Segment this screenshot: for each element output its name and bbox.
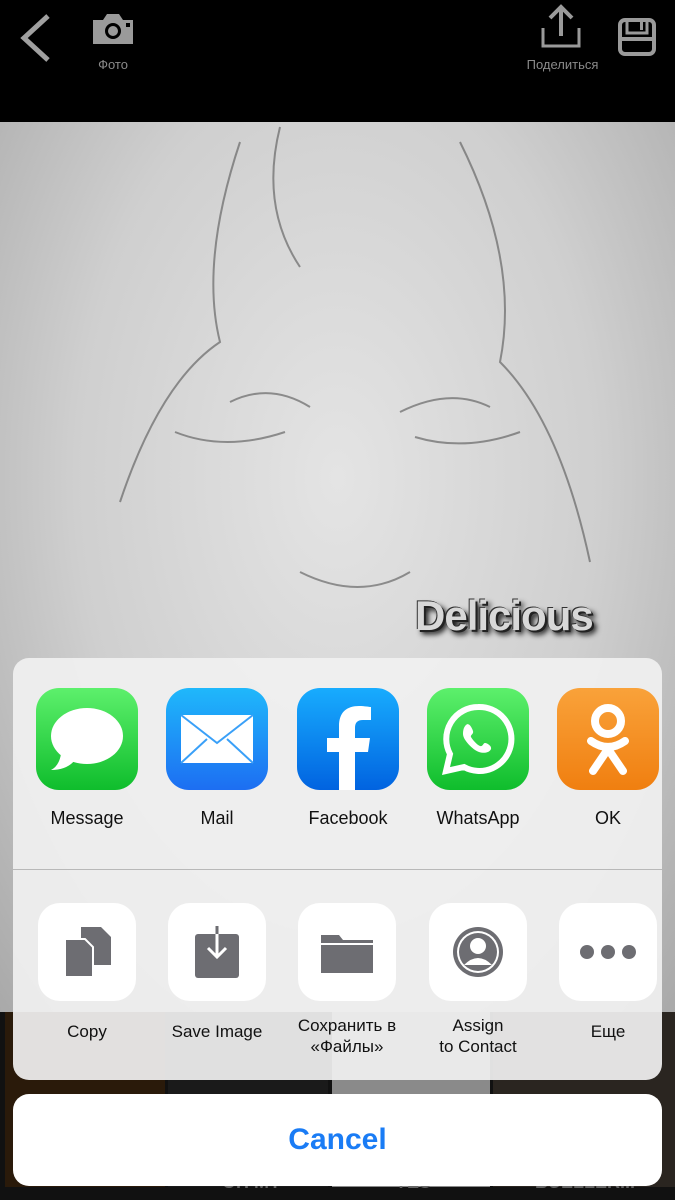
save-image-icon <box>195 926 239 978</box>
share-app-label: Facebook <box>308 808 388 828</box>
share-app-mail[interactable]: Mail <box>166 688 268 829</box>
share-app-label: OK <box>594 808 621 828</box>
share-apps-row: Message Mail Facebook WhatsApp OK <box>13 658 662 869</box>
message-icon <box>51 708 123 770</box>
share-app-ok[interactable]: OK <box>557 688 659 829</box>
mail-icon <box>180 714 254 764</box>
chevron-left-icon[interactable] <box>18 12 52 64</box>
share-icon[interactable] <box>538 4 584 48</box>
action-save-image[interactable]: Save Image <box>168 903 266 1042</box>
share-app-label: WhatsApp <box>436 808 520 828</box>
action-label: Сохранить в «Файлы» <box>297 1016 397 1056</box>
floppy-disk-icon[interactable] <box>618 18 656 56</box>
whatsapp-icon <box>441 703 515 775</box>
action-copy[interactable]: Copy <box>38 903 136 1042</box>
copy-icon <box>64 927 111 978</box>
share-label[interactable]: Поделиться <box>520 57 605 72</box>
camera-icon[interactable] <box>91 12 135 44</box>
action-label: Assign to Contact <box>439 1016 517 1056</box>
divider <box>13 869 662 870</box>
more-icon <box>580 945 636 959</box>
action-assign-to-contact[interactable]: Assign to Contact <box>429 903 527 1057</box>
action-save-to-files[interactable]: Сохранить в «Файлы» <box>298 903 396 1057</box>
photo-caption: Delicious <box>415 592 594 639</box>
contact-icon <box>453 927 503 977</box>
share-app-whatsapp[interactable]: WhatsApp <box>427 688 529 829</box>
share-app-label: Mail <box>200 808 234 828</box>
cancel-button[interactable]: Cancel <box>13 1094 662 1186</box>
facebook-icon <box>327 706 371 790</box>
odnoklassniki-icon <box>587 704 629 775</box>
action-more[interactable]: Еще <box>559 903 657 1042</box>
share-app-message[interactable]: Message <box>36 688 138 829</box>
action-label: Copy <box>67 1022 107 1041</box>
action-label: Еще <box>590 1022 626 1041</box>
photo-label[interactable]: Фото <box>88 57 138 72</box>
action-label: Save Image <box>171 1022 263 1041</box>
share-app-facebook[interactable]: Facebook <box>297 688 399 829</box>
folder-icon <box>321 935 373 973</box>
share-app-label: Message <box>50 808 124 828</box>
share-sheet: Message Mail Facebook WhatsApp OK Copy S… <box>13 658 662 1080</box>
top-toolbar: Фото Поделиться <box>0 0 675 122</box>
